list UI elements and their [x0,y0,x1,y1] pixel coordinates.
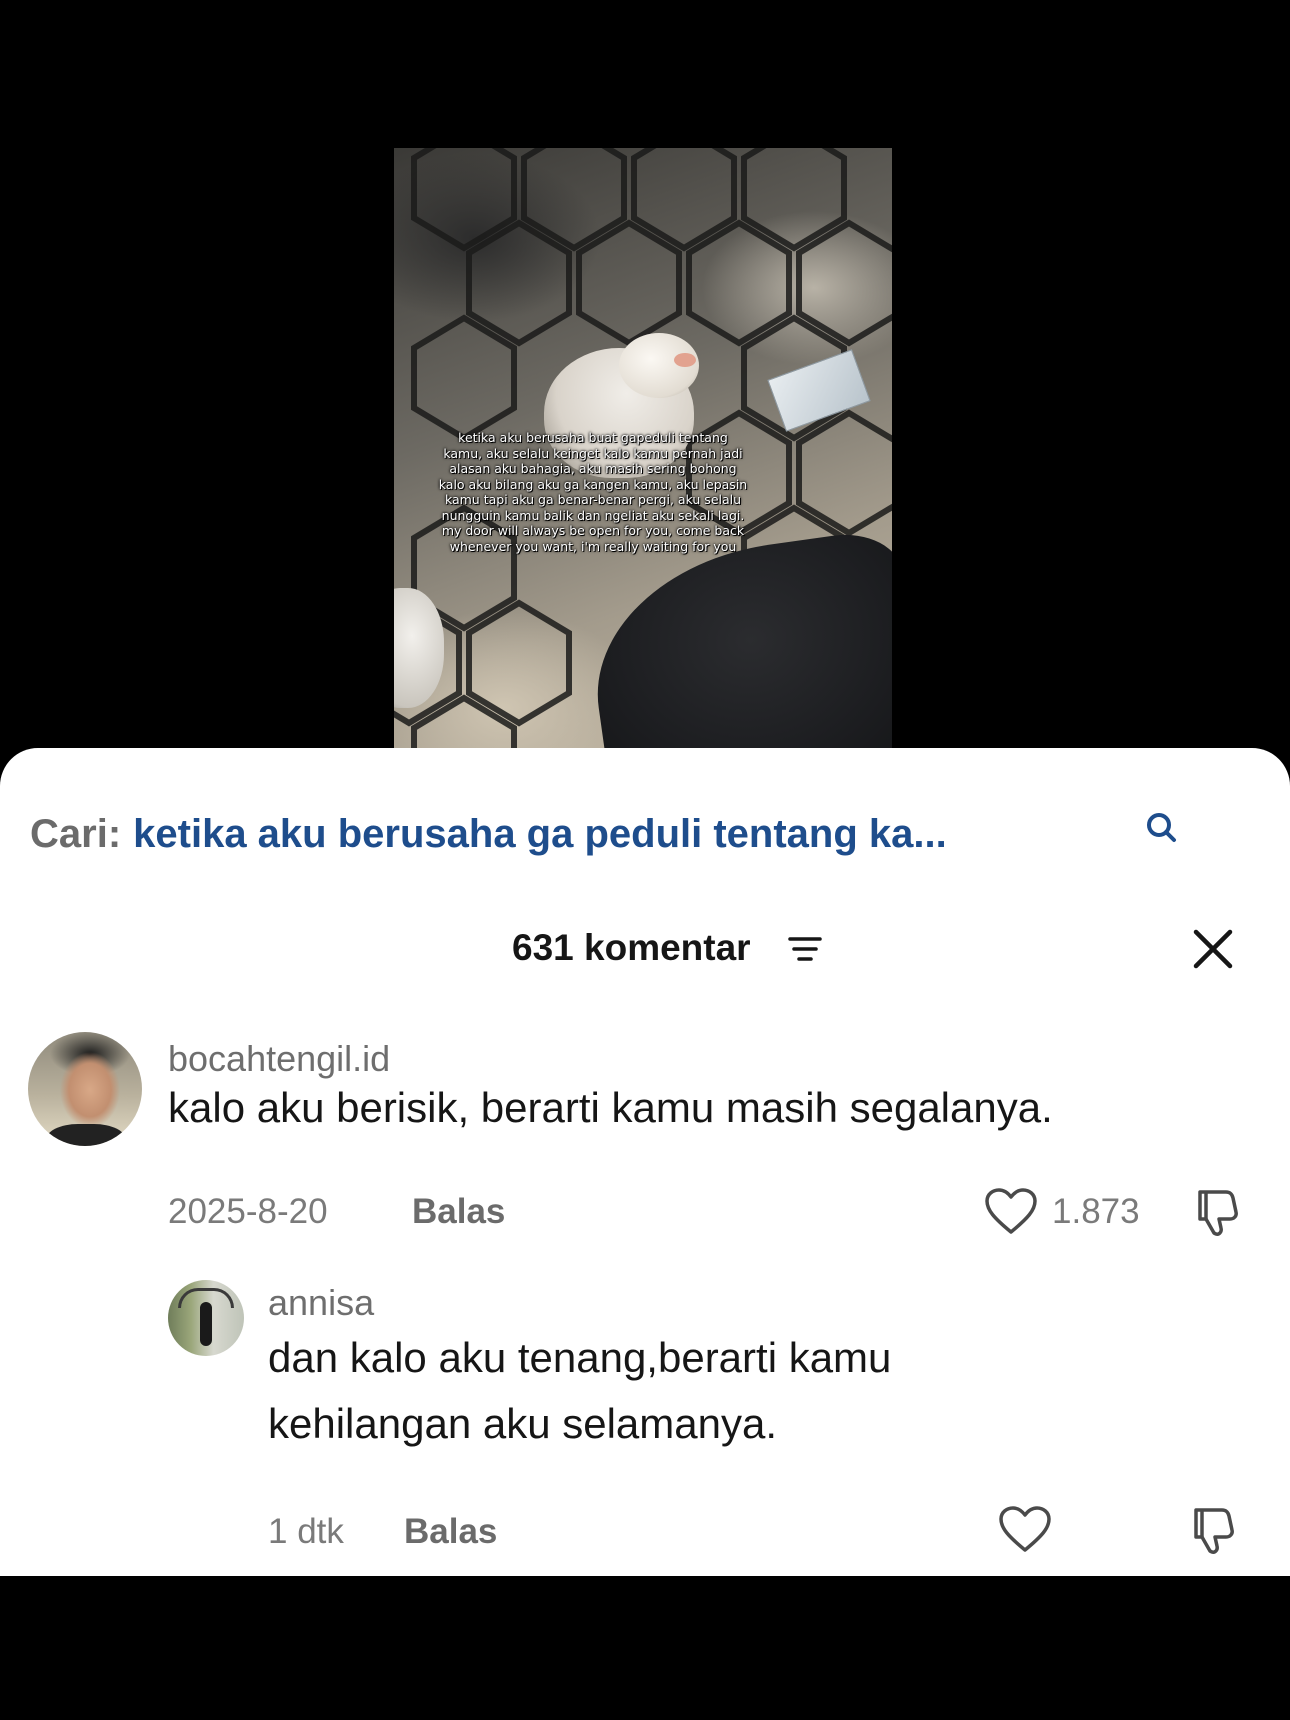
reply-text-line: kehilangan aku selamanya. [268,1400,778,1447]
heart-icon[interactable] [984,1188,1038,1236]
video-player[interactable]: ketika aku berusaha buat gapeduli tentan… [0,0,1290,760]
video-caption: ketika aku berusaha buat gapeduli tentan… [412,430,774,554]
heart-icon[interactable] [998,1506,1052,1554]
comment-username[interactable]: bocahtengil.id [168,1038,390,1080]
dislike-icon[interactable] [1188,1502,1242,1556]
video-frame[interactable]: ketika aku berusaha buat gapeduli tentan… [394,148,892,748]
avatar[interactable] [28,1032,142,1146]
comments-count: 631 komentar [512,927,751,968]
caption-line: alasan aku bahagia, aku masih sering boh… [449,461,737,476]
avatar-shirt [46,1124,126,1146]
caption-line: whenever you want, i'm really waiting fo… [449,538,737,554]
reply-button[interactable]: Balas [404,1512,497,1552]
caption-line: kamu, aku selalu keinget kalo kamu perna… [443,445,743,461]
reply-button[interactable]: Balas [412,1192,505,1232]
avatar[interactable] [168,1280,244,1356]
comment-text: kalo aku berisik, berarti kamu masih seg… [168,1084,1053,1131]
cat-ear [674,353,696,367]
search-prefix: Cari: [30,811,122,856]
comments-sheet: Cari: ketika aku berusaha ga peduli tent… [0,748,1290,1576]
like-count: 1.873 [1052,1192,1140,1231]
search-icon[interactable] [1142,808,1182,848]
comments-header: 631 komentar [0,920,1290,976]
caption-line: nungguin kamu balik dan ngeliat aku seka… [441,507,745,523]
close-icon[interactable] [1190,926,1236,972]
comment: bocahtengil.id kalo aku berisik, berarti… [0,1032,1290,1262]
reply-date: 1 dtk [268,1512,344,1551]
caption-line: my door will always be open for you, com… [441,523,745,538]
search-query[interactable]: ketika aku berusaha ga peduli tentang ka… [133,812,947,857]
search-suggestion[interactable]: Cari: ketika aku berusaha ga peduli tent… [30,804,1260,864]
bottom-bar [0,1576,1290,1720]
caption-line: kalo aku bilang aku ga kangen kamu, aku … [438,476,748,492]
avatar-figure [200,1302,212,1346]
comment-date: 2025-8-20 [168,1192,328,1231]
caption-line: ketika aku berusaha buat gapeduli tentan… [458,430,728,445]
reply-text-line: dan kalo aku tenang,berarti kamu [268,1334,892,1381]
reply-username[interactable]: annisa [268,1282,374,1324]
dislike-icon[interactable] [1192,1184,1246,1238]
reply-comment: annisa dan kalo aku tenang,berarti kamu … [0,1280,1290,1570]
caption-line: kamu tapi aku ga benar-benar pergi, aku … [444,492,742,507]
filter-icon[interactable] [788,934,822,964]
